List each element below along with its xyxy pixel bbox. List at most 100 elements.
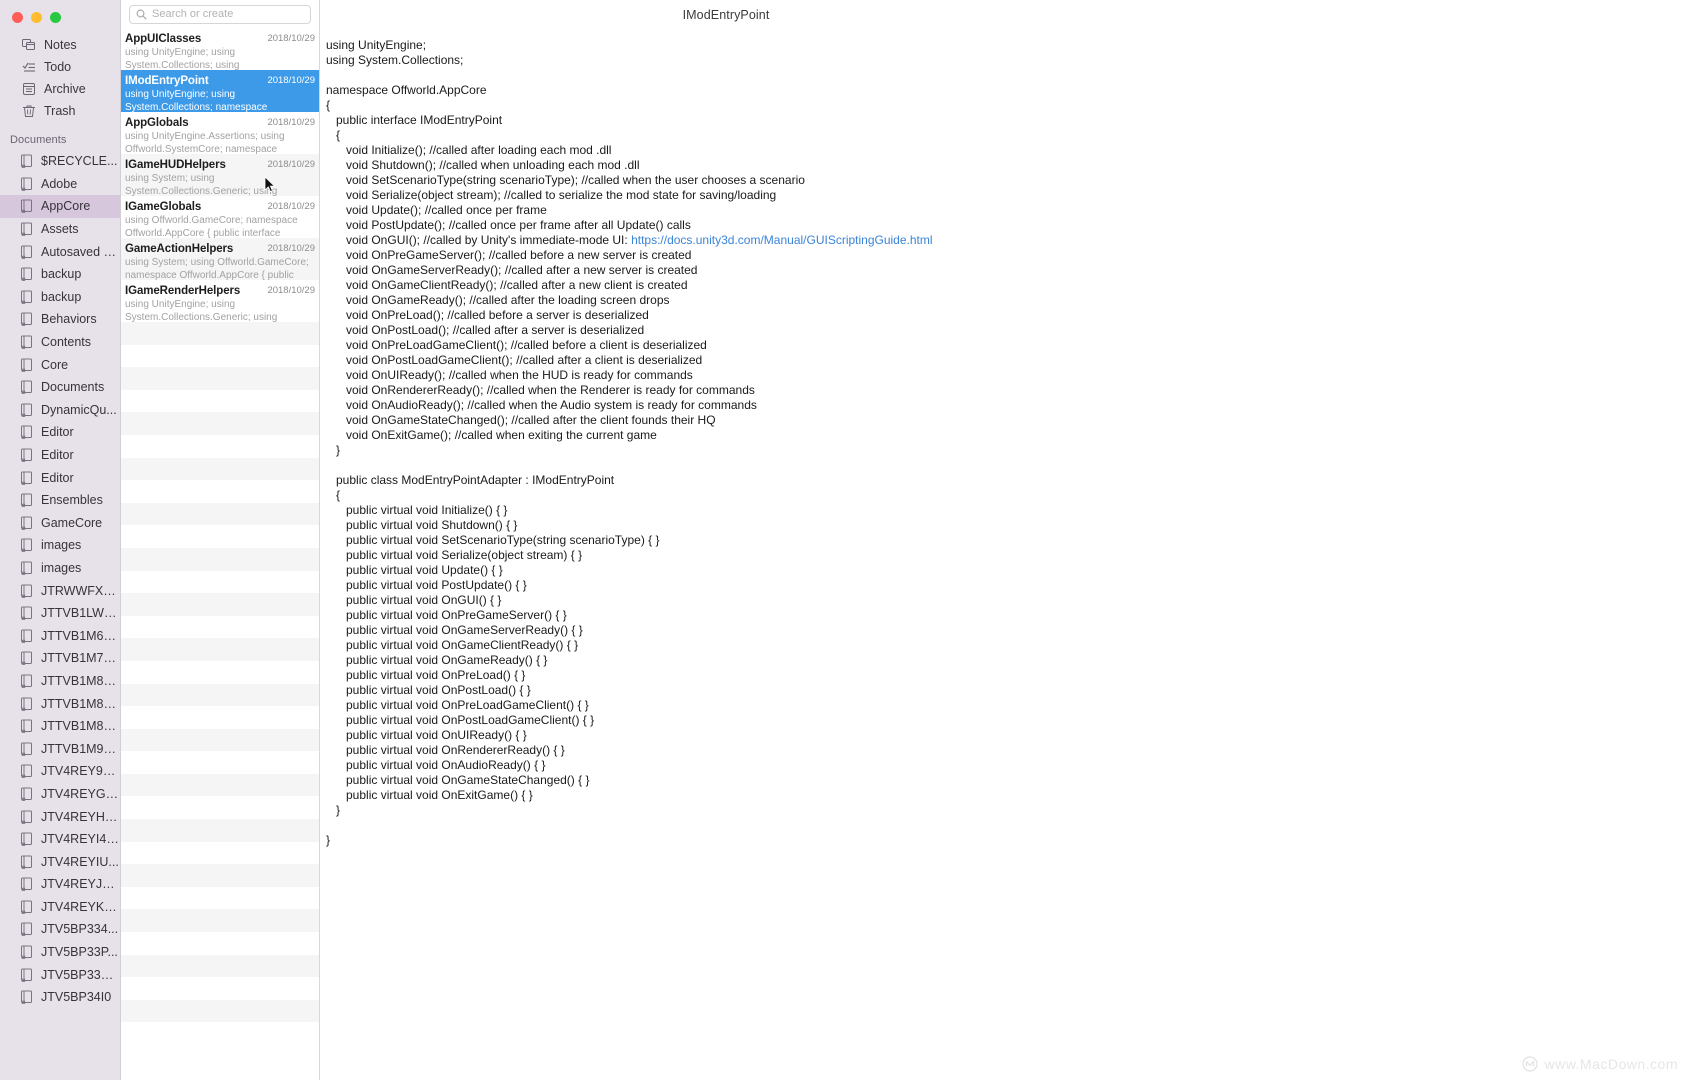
close-button[interactable] bbox=[12, 11, 23, 23]
note-list-empty-row bbox=[121, 547, 319, 571]
sidebar-folder-item[interactable]: JTTVB1M8O... bbox=[0, 670, 120, 693]
editor-panel: IModEntryPoint using UnityEngine; using … bbox=[320, 0, 1692, 1080]
note-list-item[interactable]: 2018/10/29 IGameHUDHelpers using System; u… bbox=[121, 154, 319, 196]
sidebar-item-notes[interactable]: Notes bbox=[0, 34, 120, 56]
note-list-empty-row bbox=[121, 683, 319, 707]
sidebar-folder-item[interactable]: JTV4REYIU... bbox=[0, 850, 120, 873]
sidebar-folder-item[interactable]: Ensembles bbox=[0, 489, 120, 512]
unity-docs-link[interactable]: https://docs.unity3d.com/Manual/GUIScrip… bbox=[631, 233, 932, 247]
sidebar-folder-item[interactable]: Core bbox=[0, 353, 120, 376]
sidebar-item-todo[interactable]: Todo bbox=[0, 56, 120, 78]
note-list-item[interactable]: 2018/10/29 IModEntryPoint using UnityEngin… bbox=[121, 70, 319, 112]
note-list-empty-row bbox=[121, 977, 319, 1000]
sidebar-folder-item[interactable]: JTRWWFXK... bbox=[0, 579, 120, 602]
sidebar-folder-item[interactable]: AppCore bbox=[0, 195, 120, 218]
note-list-item[interactable]: 2018/10/29 AppGlobals using UnityEngine.As… bbox=[121, 112, 319, 154]
note-list-empty-row bbox=[121, 390, 319, 413]
sidebar-folder-item[interactable]: JTV4REYK5... bbox=[0, 896, 120, 919]
sidebar-folder-item[interactable]: JTV5BP34I0 bbox=[0, 986, 120, 1009]
note-list-item[interactable]: 2018/10/29 AppUIClasses using UnityEngine;… bbox=[121, 28, 319, 70]
sidebar-folder-label: JTV4REYGF... bbox=[41, 786, 120, 801]
sidebar-folder-item[interactable]: Contents bbox=[0, 331, 120, 354]
folder-icon bbox=[20, 922, 33, 937]
sidebar-folder-item[interactable]: Adobe bbox=[0, 173, 120, 196]
sidebar-folder-item[interactable]: JTV5BP334... bbox=[0, 918, 120, 941]
sidebar-folder-item[interactable]: Autosaved C... bbox=[0, 240, 120, 263]
folder-icon bbox=[20, 651, 33, 666]
sidebar-folder-item[interactable]: JTV4REYHP... bbox=[0, 805, 120, 828]
archive-icon bbox=[22, 82, 36, 96]
sidebar-item-trash[interactable]: Trash bbox=[0, 100, 120, 122]
note-list-empty-row bbox=[121, 706, 319, 729]
sidebar-folder-label: JTV4REYIU... bbox=[41, 854, 119, 869]
sidebar-folder-item[interactable]: Editor bbox=[0, 421, 120, 444]
sidebar-item-label: Trash bbox=[44, 104, 76, 118]
sidebar-folder-label: Documents bbox=[41, 380, 105, 395]
sidebar-folder-item[interactable]: JTTVB1M8D... bbox=[0, 692, 120, 715]
note-list-empty-row bbox=[121, 616, 319, 639]
sidebar-folder-label: JTV4REYK5... bbox=[41, 899, 120, 914]
sidebar-folder-item[interactable]: Documents bbox=[0, 376, 120, 399]
sidebar-folder-item[interactable]: Behaviors bbox=[0, 308, 120, 331]
sidebar-folder-item[interactable]: JTV4REYGF... bbox=[0, 783, 120, 806]
minimize-button[interactable] bbox=[31, 11, 42, 23]
folder-icon bbox=[20, 312, 33, 327]
sidebar-folder-item[interactable]: images bbox=[0, 557, 120, 580]
folder-icon bbox=[20, 900, 33, 914]
note-list-empty-row bbox=[121, 593, 319, 616]
note-list-empty-row bbox=[121, 887, 319, 910]
note-list-empty-row bbox=[121, 909, 319, 933]
sidebar-folder-item[interactable]: Editor bbox=[0, 444, 120, 467]
sidebar-folder-item[interactable]: JTV4REYI41... bbox=[0, 828, 120, 851]
sidebar-folder-label: JTTVB1LWT... bbox=[41, 606, 120, 621]
note-list-empty-row bbox=[121, 571, 319, 594]
note-list-empty-row bbox=[121, 322, 319, 345]
sidebar-folder-label: Ensembles bbox=[41, 493, 103, 508]
sidebar-folder-item[interactable]: JTV5BP33P... bbox=[0, 941, 120, 964]
sidebar-folder-item[interactable]: images bbox=[0, 534, 120, 557]
note-list-item[interactable]: 2018/10/29 IGameRenderHelpers using UnityE… bbox=[121, 280, 319, 322]
sidebar-folder-item[interactable]: GameCore bbox=[0, 512, 120, 535]
sidebar-folder-item[interactable]: JTV4REYJQ... bbox=[0, 873, 120, 896]
note-list-empty-row bbox=[121, 480, 319, 503]
sidebar-folder-item[interactable]: JTTVB1M6O... bbox=[0, 624, 120, 647]
sidebar-folder-item[interactable]: Editor bbox=[0, 466, 120, 489]
sidebar-folder-item[interactable]: JTTVB1LWT... bbox=[0, 602, 120, 625]
folder-icon bbox=[20, 584, 33, 598]
note-preview: using System; using Offworld.GameCore; n… bbox=[125, 257, 309, 280]
note-date: 2018/10/29 bbox=[267, 285, 315, 296]
sidebar-folder-item[interactable]: JTV4REY9L... bbox=[0, 760, 120, 783]
folder-icon bbox=[20, 538, 33, 553]
macdown-logo-icon bbox=[1522, 1056, 1539, 1072]
sidebar-folder-label: GameCore bbox=[41, 515, 103, 530]
sidebar-folder-item[interactable]: JTTVB1M7G... bbox=[0, 647, 120, 670]
folder-icon bbox=[20, 222, 33, 236]
note-list-empty-row bbox=[121, 1022, 319, 1045]
sidebar-folder-item[interactable]: Assets bbox=[0, 218, 120, 241]
search-input[interactable] bbox=[152, 8, 304, 20]
folder-icon bbox=[20, 697, 33, 711]
folder-icon bbox=[20, 629, 33, 643]
code-content[interactable]: using UnityEngine; using System.Collecti… bbox=[320, 30, 1692, 848]
note-list-item[interactable]: 2018/10/29 GameActionHelpers using System;… bbox=[121, 238, 319, 280]
todo-icon bbox=[22, 60, 36, 74]
sidebar-folder-label: JTRWWFXK... bbox=[41, 583, 120, 598]
sidebar-folder-label: JTTVB1M8S... bbox=[41, 719, 120, 734]
folder-icon bbox=[20, 990, 33, 1005]
sidebar-folder-item[interactable]: DynamicQu... bbox=[0, 399, 120, 422]
sidebar-folder-item[interactable]: $RECYCLE... bbox=[0, 150, 120, 173]
sidebar-folder-item[interactable]: JTTVB1M8S... bbox=[0, 715, 120, 738]
watermark-text: www.MacDown.com bbox=[1544, 1056, 1678, 1072]
zoom-button[interactable] bbox=[50, 11, 61, 23]
sidebar-folder-item[interactable]: JTTVB1M9S... bbox=[0, 737, 120, 760]
sidebar-folder-item[interactable]: backup bbox=[0, 286, 120, 309]
note-date: 2018/10/29 bbox=[267, 243, 315, 254]
search-field[interactable] bbox=[129, 4, 311, 24]
folder-icon bbox=[20, 177, 33, 191]
sidebar-item-archive[interactable]: Archive bbox=[0, 78, 120, 100]
sidebar-folder-item[interactable]: backup bbox=[0, 263, 120, 286]
sidebar-folder-item[interactable]: JTV5BP33Q... bbox=[0, 963, 120, 986]
sidebar-folder-label: JTTVB1M6O... bbox=[41, 628, 120, 643]
note-list-empty-row bbox=[121, 796, 319, 819]
note-list-item[interactable]: 2018/10/29 IGameGlobals using Offworld.Gam… bbox=[121, 196, 319, 238]
